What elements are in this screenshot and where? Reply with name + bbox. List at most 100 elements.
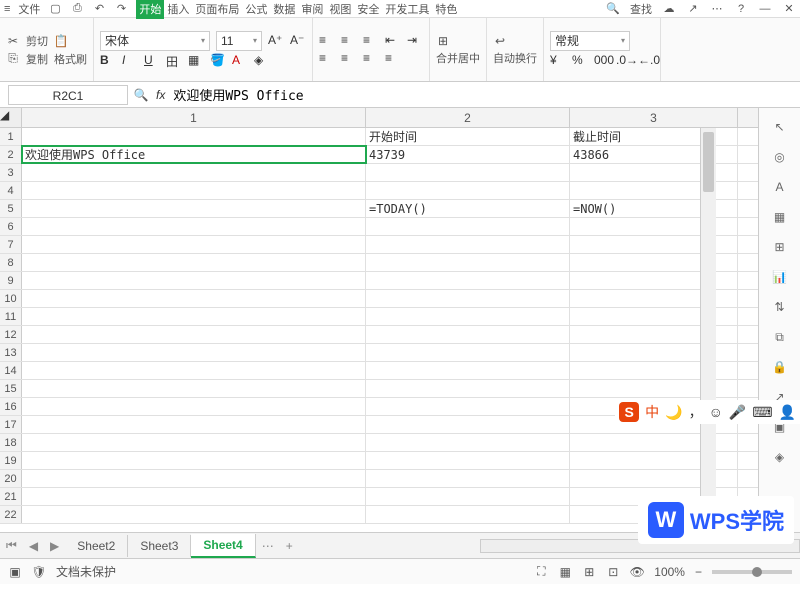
row-header[interactable]: 9 <box>0 272 22 289</box>
sogou-icon[interactable]: S <box>619 402 639 422</box>
menu-file[interactable]: 文件 <box>18 1 40 17</box>
fx-label[interactable]: fx <box>156 88 165 102</box>
table-icon[interactable]: ▦ <box>771 208 789 226</box>
user-icon[interactable]: 👤 <box>779 404 796 421</box>
view-pagebreak-icon[interactable]: ⊞ <box>582 565 596 579</box>
tab-formula[interactable]: 公式 <box>242 0 270 19</box>
cell-reference-box[interactable]: R2C1 <box>8 85 128 105</box>
align-middle-icon[interactable]: ≡ <box>341 33 357 49</box>
cell[interactable]: 开始时间 <box>366 128 570 145</box>
cell[interactable] <box>366 434 570 451</box>
cell[interactable]: 43739 <box>366 146 570 163</box>
italic-icon[interactable]: I <box>122 53 138 69</box>
row-header[interactable]: 1 <box>0 128 22 145</box>
cube-icon[interactable]: ◈ <box>771 448 789 466</box>
save-icon[interactable]: ▢ <box>48 2 62 16</box>
row-header[interactable]: 12 <box>0 326 22 343</box>
cell[interactable] <box>366 272 570 289</box>
close-icon[interactable]: ✕ <box>782 2 796 16</box>
paste-icon[interactable]: 📋 <box>54 34 68 48</box>
property-icon[interactable]: ◎ <box>771 148 789 166</box>
cell[interactable] <box>366 416 570 433</box>
row-header[interactable]: 19 <box>0 452 22 469</box>
cut-button[interactable]: 剪切 <box>26 33 48 49</box>
cell[interactable] <box>366 398 570 415</box>
sheet-tab[interactable]: Sheet4 <box>191 534 255 558</box>
chart-icon[interactable]: 📊 <box>771 268 789 286</box>
sheet-more-icon[interactable]: ⋯ <box>256 539 280 553</box>
cell[interactable] <box>22 200 366 217</box>
column-header[interactable]: 2 <box>366 108 570 127</box>
sheet-tab[interactable]: Sheet2 <box>65 535 128 557</box>
merge-icon[interactable]: ⊞ <box>436 34 450 48</box>
cell[interactable] <box>366 488 570 505</box>
tab-data[interactable]: 数据 <box>270 0 298 19</box>
tab-layout[interactable]: 页面布局 <box>192 0 242 19</box>
view-normal-icon[interactable]: ▦ <box>558 565 572 579</box>
tab-view[interactable]: 视图 <box>326 0 354 19</box>
cell[interactable] <box>22 236 366 253</box>
moon-icon[interactable]: 🌙 <box>665 404 682 421</box>
align-justify-icon[interactable]: ≡ <box>385 51 401 67</box>
cell[interactable] <box>22 362 366 379</box>
tab-start[interactable]: 开始 <box>136 0 164 19</box>
cell[interactable] <box>22 434 366 451</box>
cell[interactable] <box>22 308 366 325</box>
column-header[interactable]: 3 <box>570 108 738 127</box>
cell[interactable] <box>22 488 366 505</box>
font-color-icon[interactable]: A <box>232 53 248 69</box>
zoom-slider[interactable] <box>712 570 792 574</box>
minimize-icon[interactable]: — <box>758 2 772 16</box>
cell[interactable] <box>22 344 366 361</box>
font-name-combo[interactable]: 宋体▾ <box>100 31 210 51</box>
select-all-corner[interactable]: ◢ <box>0 108 22 127</box>
row-header[interactable]: 21 <box>0 488 22 505</box>
row-header[interactable]: 8 <box>0 254 22 271</box>
cell[interactable] <box>366 236 570 253</box>
cell[interactable] <box>22 326 366 343</box>
comma-icon[interactable]: ， <box>689 402 703 422</box>
row-header[interactable]: 15 <box>0 380 22 397</box>
row-header[interactable]: 3 <box>0 164 22 181</box>
decrease-font-icon[interactable]: A⁻ <box>290 33 306 49</box>
row-header[interactable]: 6 <box>0 218 22 235</box>
font-size-combo[interactable]: 11▾ <box>216 31 262 51</box>
cell[interactable] <box>366 254 570 271</box>
screenshot-icon[interactable]: ⧉ <box>771 328 789 346</box>
cell[interactable] <box>366 452 570 469</box>
cell[interactable] <box>22 218 366 235</box>
row-header[interactable]: 11 <box>0 308 22 325</box>
expand-icon[interactable]: 🔍 <box>134 88 148 102</box>
grid[interactable]: ◢ 1 2 3 1开始时间截止时间2欢迎使用WPS Office43739438… <box>0 108 758 532</box>
bold-icon[interactable]: B <box>100 53 116 69</box>
menu-hamburger-icon[interactable]: ≡ <box>4 3 10 15</box>
underline-icon[interactable]: U <box>144 53 160 69</box>
fullscreen-icon[interactable]: ⛶ <box>534 565 548 579</box>
row-header[interactable]: 13 <box>0 344 22 361</box>
row-header[interactable]: 2 <box>0 146 22 163</box>
currency-icon[interactable]: ¥ <box>550 53 566 69</box>
copy-button[interactable]: 复制 <box>26 51 48 67</box>
emoji-icon[interactable]: ☺ <box>709 404 723 420</box>
mic-icon[interactable]: 🎤 <box>729 404 746 421</box>
indent-inc-icon[interactable]: ⇥ <box>407 33 423 49</box>
thousands-icon[interactable]: 000 <box>594 53 610 69</box>
cell[interactable] <box>22 452 366 469</box>
sheet-add-icon[interactable]: + <box>280 539 299 553</box>
row-header[interactable]: 14 <box>0 362 22 379</box>
indent-dec-icon[interactable]: ⇤ <box>385 33 401 49</box>
help-icon[interactable]: ? <box>734 2 748 16</box>
cell[interactable] <box>366 470 570 487</box>
strikethrough-icon[interactable]: 田 <box>166 53 182 69</box>
column-header[interactable]: 1 <box>22 108 366 127</box>
more-icon[interactable]: ⋯ <box>710 2 724 16</box>
cell[interactable] <box>22 416 366 433</box>
cell[interactable] <box>366 326 570 343</box>
view-layout-icon[interactable]: ⊡ <box>606 565 620 579</box>
cell[interactable] <box>366 308 570 325</box>
zoom-out-icon[interactable]: − <box>695 565 702 579</box>
cell[interactable] <box>366 506 570 523</box>
redo-icon[interactable]: ↷ <box>114 2 128 16</box>
sheet-nav-next-icon[interactable]: ▶ <box>44 539 65 553</box>
wrap-icon[interactable]: ↩ <box>493 34 507 48</box>
